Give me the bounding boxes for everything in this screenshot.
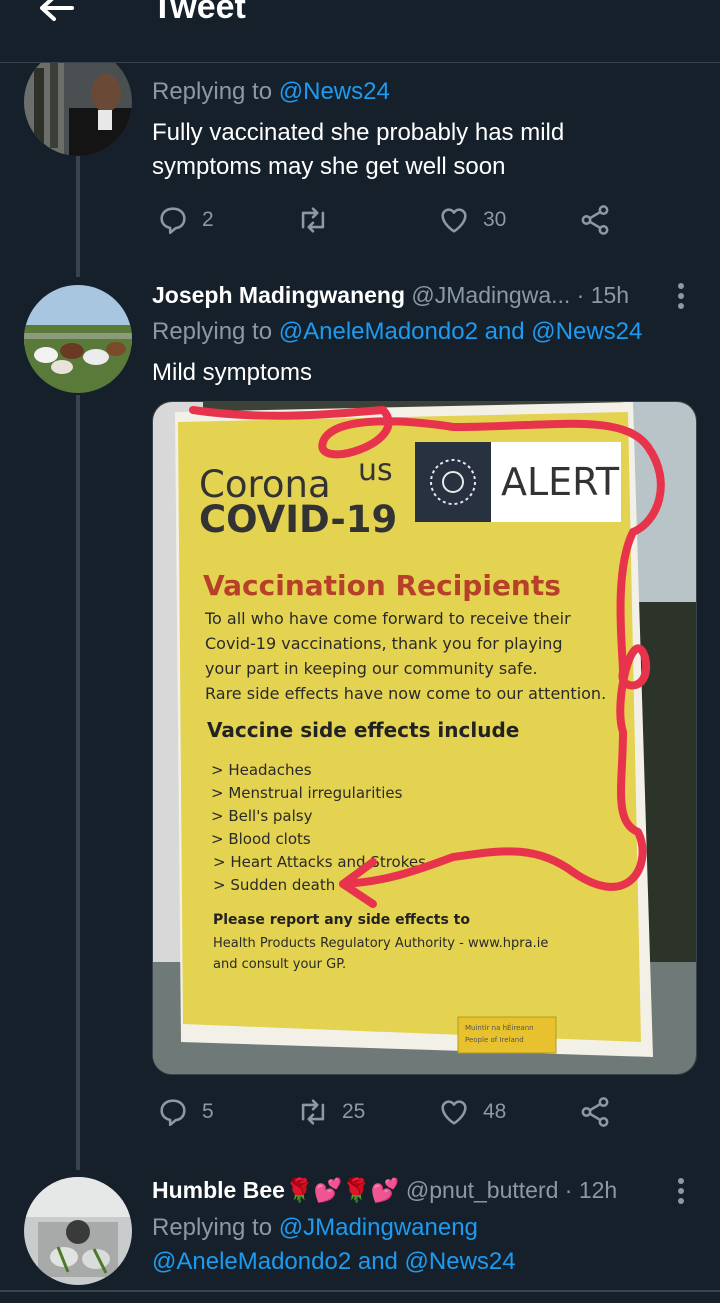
- poster-covid: COVID-19: [199, 498, 397, 541]
- reply-count: 2: [202, 208, 214, 231]
- page-title: Tweet: [152, 0, 246, 26]
- poster-heading: Vaccination Recipients: [203, 569, 561, 602]
- top-bar: Tweet: [0, 0, 720, 63]
- reply-icon: [160, 207, 186, 235]
- poster-intro-line: To all who have come forward to receive …: [204, 609, 571, 628]
- like-button[interactable]: 30: [437, 203, 506, 237]
- tweet-text: Fully vaccinated she probably has mild s…: [152, 116, 564, 184]
- retweet-icon: [301, 207, 325, 233]
- like-count: 48: [483, 1100, 507, 1123]
- tweet-image[interactable]: Corona us COVID-19 ALERT Vaccination Rec…: [152, 401, 697, 1075]
- replying-to: Replying to @JMadingwaneng: [152, 1214, 478, 1241]
- poster-effect: > Bell's palsy: [211, 807, 313, 825]
- tweet-text-line: Fully vaccinated she probably has mild: [152, 119, 565, 146]
- retweet-button[interactable]: 25: [296, 1095, 365, 1129]
- name-emoji: 🌹💕🌹💕: [284, 1177, 400, 1203]
- share-icon: [581, 1097, 609, 1127]
- poster-report: Please report any side effects to: [213, 912, 470, 928]
- retweet-button[interactable]: [296, 203, 342, 237]
- thread-line: [76, 395, 80, 1170]
- mention-link[interactable]: @AneleMadondo2 and @News24: [279, 318, 643, 345]
- reply-count: 5: [202, 1100, 214, 1123]
- tweet-header: Joseph Madingwaneng @JMadingwa... · 15h: [152, 282, 629, 309]
- poster-intro-line: your part in keeping our community safe.: [205, 659, 538, 678]
- more-options-icon[interactable]: [675, 1177, 687, 1205]
- mention-link[interactable]: @AneleMadondo2 and @News24: [152, 1248, 516, 1275]
- poster-effect: > Headaches: [211, 761, 312, 779]
- poster-footer-tag: Muintir na hÉireann: [465, 1023, 534, 1032]
- avatar[interactable]: [24, 285, 132, 393]
- user-handle[interactable]: @pnut_butterd: [406, 1177, 559, 1203]
- avatar[interactable]: [24, 1177, 132, 1285]
- like-count: 30: [483, 208, 507, 231]
- poster-effect: > Sudden death: [213, 876, 335, 894]
- display-name[interactable]: Humble Bee: [152, 1177, 285, 1203]
- poster-title-tail: us: [358, 453, 393, 488]
- back-arrow-icon[interactable]: [34, 0, 78, 32]
- poster-effect: > Blood clots: [211, 830, 311, 848]
- poster-effect: > Menstrual irregularities: [211, 784, 403, 802]
- reply-button[interactable]: 5: [156, 1095, 214, 1129]
- tweet-text: Mild symptoms: [152, 359, 313, 386]
- heart-icon: [441, 208, 467, 233]
- mention-link[interactable]: @News24: [279, 78, 390, 105]
- retweet-count: 25: [342, 1100, 366, 1123]
- replying-to: Replying to @News24: [152, 78, 390, 105]
- thread-line: [76, 155, 80, 277]
- mention-link[interactable]: @JMadingwaneng: [279, 1214, 478, 1241]
- display-name[interactable]: Joseph Madingwaneng: [152, 282, 405, 308]
- poster-effect: > Heart Attacks and Strokes: [213, 853, 426, 871]
- user-handle[interactable]: @JMadingwa...: [411, 282, 570, 308]
- replying-to: Replying to @AneleMadondo2 and @News24: [152, 318, 643, 345]
- poster-footer-tag: People of Ireland: [465, 1036, 524, 1044]
- reply-icon: [160, 1099, 186, 1127]
- poster-subheading: Vaccine side effects include: [207, 718, 519, 742]
- timestamp[interactable]: · 12h: [565, 1177, 617, 1203]
- share-button[interactable]: [578, 203, 612, 237]
- tweet-text-line: symptoms may she get well soon: [152, 153, 506, 180]
- replying-to-continued: @AneleMadondo2 and @News24: [152, 1248, 516, 1276]
- share-icon: [581, 205, 609, 235]
- more-options-icon[interactable]: [675, 282, 687, 310]
- reply-button[interactable]: 2: [156, 203, 214, 237]
- poster-alert: ALERT: [501, 460, 620, 504]
- share-button[interactable]: [578, 1095, 612, 1129]
- like-button[interactable]: 48: [437, 1095, 506, 1129]
- poster-report-line: Health Products Regulatory Authority - w…: [213, 936, 548, 951]
- tweet-header: Humble Bee🌹💕🌹💕 @pnut_butterd · 12h: [152, 1177, 617, 1204]
- heart-icon: [441, 1100, 467, 1125]
- retweet-icon: [301, 1099, 325, 1125]
- avatar[interactable]: [24, 48, 132, 156]
- poster-report-line: and consult your GP.: [213, 957, 346, 972]
- timestamp[interactable]: · 15h: [577, 282, 629, 308]
- poster-intro-line: Rare side effects have now come to our a…: [205, 684, 606, 703]
- divider: [0, 1290, 720, 1292]
- poster-intro-line: Covid-19 vaccinations, thank you for pla…: [205, 634, 563, 653]
